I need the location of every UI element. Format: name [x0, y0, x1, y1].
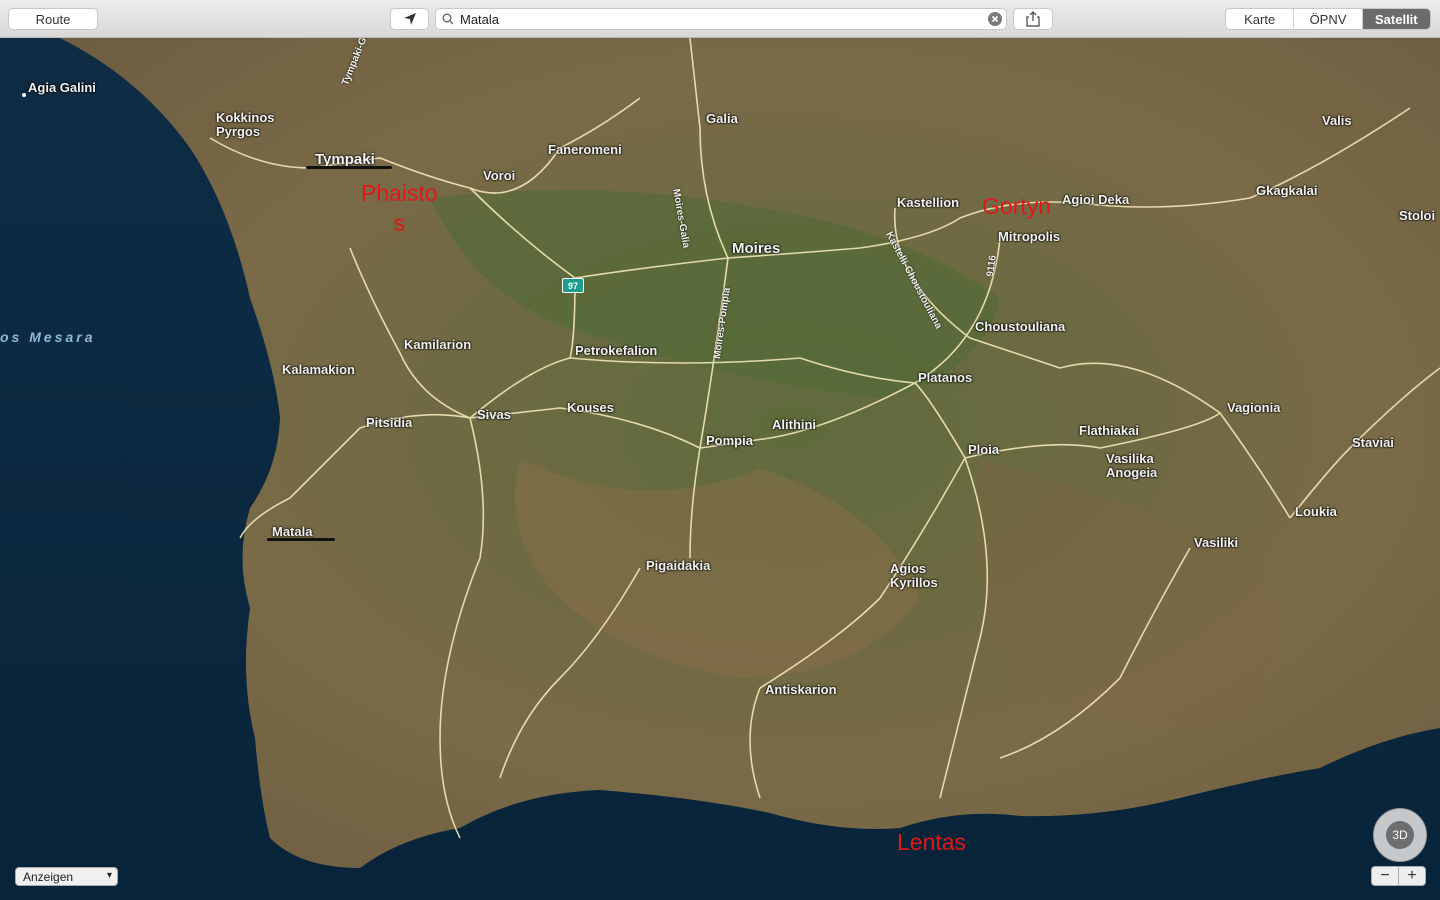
map-type-selector[interactable]: Karte ÖPNV Satellit [1225, 8, 1431, 30]
place-vagionia[interactable]: Vagionia [1227, 400, 1280, 415]
place-moires[interactable]: Moires [732, 240, 780, 257]
place-agia-galini[interactable]: Agia Galini [28, 80, 96, 95]
place-staviai[interactable]: Staviai [1352, 435, 1394, 450]
search-icon [442, 13, 454, 25]
annotation-lentas: Lentas [897, 829, 967, 855]
place-vasilika-anogeia[interactable]: Vasilika Anogeia [1106, 452, 1157, 480]
satellite-map[interactable]: os Mesara 97 Agia Galini Kokkinos Pyrgos… [0, 38, 1440, 900]
place-faneromeni[interactable]: Faneromeni [548, 142, 622, 157]
annotation-phaistos: Phaisto s [361, 180, 438, 236]
compass-3d-label: 3D [1386, 821, 1414, 849]
route-button[interactable]: Route [8, 8, 98, 30]
sea-label: os Mesara [0, 329, 96, 345]
show-dropdown[interactable]: Anzeigen ▾ [15, 867, 118, 886]
zoom-in-button[interactable]: + [1399, 867, 1425, 885]
place-platanos[interactable]: Platanos [918, 370, 972, 385]
place-loukia[interactable]: Loukia [1295, 504, 1337, 519]
place-kastellion[interactable]: Kastellion [897, 195, 959, 210]
place-matala[interactable]: Matala [272, 524, 312, 539]
place-ploia[interactable]: Ploia [968, 442, 999, 457]
place-pompia[interactable]: Pompia [706, 433, 753, 448]
place-kokkinos-pyrgos[interactable]: Kokkinos Pyrgos [216, 111, 275, 139]
place-agioi-deka[interactable]: Agioi Deka [1062, 192, 1129, 207]
tab-oepnv[interactable]: ÖPNV [1294, 9, 1363, 29]
place-dot [22, 93, 26, 97]
matala-underline [267, 538, 335, 541]
place-kalamakion[interactable]: Kalamakion [282, 362, 355, 377]
road-shield-97: 97 [562, 278, 584, 293]
place-alithini[interactable]: Alithini [772, 417, 816, 432]
tympaki-underline [306, 166, 392, 169]
annotation-gortyn: Gortyn [982, 193, 1052, 219]
place-gkagkalai[interactable]: Gkagkalai [1256, 183, 1317, 198]
tab-karte[interactable]: Karte [1226, 9, 1295, 29]
place-vasiliki[interactable]: Vasiliki [1194, 535, 1238, 550]
compass-3d-control[interactable]: 3D [1373, 808, 1427, 862]
search-query: Matala [460, 12, 500, 27]
show-dropdown-label: Anzeigen [23, 869, 74, 884]
tab-satellit[interactable]: Satellit [1362, 9, 1430, 29]
location-arrow-icon [403, 13, 416, 25]
satellite-imagery [0, 38, 1440, 900]
place-mitropolis[interactable]: Mitropolis [998, 229, 1060, 244]
place-kamilarion[interactable]: Kamilarion [404, 337, 471, 352]
place-choustouliana[interactable]: Choustouliana [975, 319, 1065, 334]
current-location-button[interactable] [390, 8, 429, 30]
place-petrokefalion[interactable]: Petrokefalion [575, 343, 657, 358]
place-stoloi[interactable]: Stoloi [1399, 208, 1435, 223]
zoom-control[interactable]: − + [1371, 866, 1426, 886]
chevron-down-icon: ▾ [106, 870, 112, 881]
search-input[interactable]: Matala [435, 8, 1007, 30]
place-voroi[interactable]: Voroi [483, 168, 515, 183]
zoom-out-button[interactable]: − [1372, 867, 1399, 885]
place-agios-kyrillos[interactable]: Agios Kyrillos [890, 562, 938, 590]
place-pitsidia[interactable]: Pitsidia [366, 415, 412, 430]
place-flathiakai[interactable]: Flathiakai [1079, 423, 1139, 438]
place-kouses[interactable]: Kouses [567, 400, 614, 415]
place-pigaidakia[interactable]: Pigaidakia [646, 558, 710, 573]
place-sivas[interactable]: Sivas [477, 407, 511, 422]
place-galia[interactable]: Galia [706, 111, 738, 126]
clear-search-icon[interactable] [988, 12, 1002, 26]
share-icon [1026, 11, 1040, 27]
place-valis[interactable]: Valis [1322, 113, 1352, 128]
place-antiskarion[interactable]: Antiskarion [765, 682, 837, 697]
share-button[interactable] [1013, 8, 1053, 30]
toolbar: Route Matala Karte ÖPNV Satellit [0, 0, 1440, 38]
